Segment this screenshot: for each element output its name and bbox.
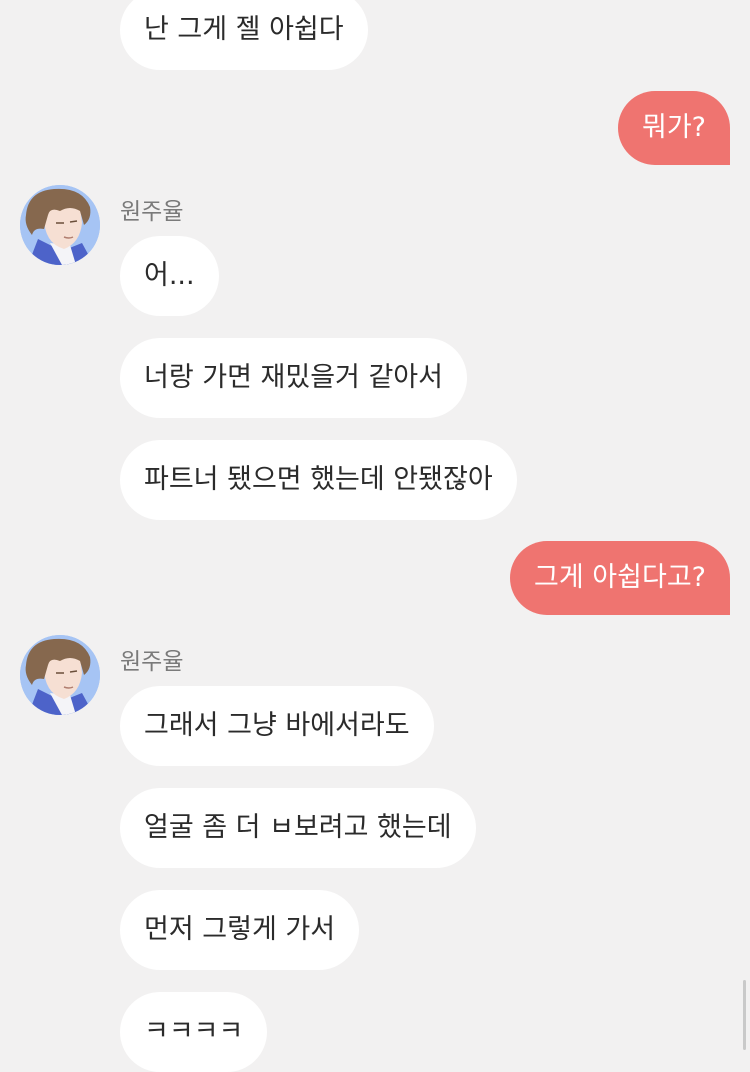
received-message-bubble: 얼굴 좀 더 ㅂ보려고 했는데	[120, 788, 476, 868]
message-text: ㅋㅋㅋㅋ	[144, 1016, 244, 1047]
sender-name: 원주율	[120, 649, 184, 675]
received-message-bubble: 너랑 가면 재밌을거 같아서	[120, 338, 467, 418]
message-text: 그래서 그냥 바에서라도	[144, 710, 410, 741]
profile-avatar-icon	[20, 635, 100, 715]
message-text: 파트너 됐으면 했는데 안됐잖아	[144, 464, 493, 495]
sender-name: 원주율	[120, 199, 184, 225]
received-message-bubble: 어...	[120, 236, 219, 316]
scrollbar[interactable]	[743, 980, 746, 1050]
sender-avatar[interactable]	[20, 185, 100, 265]
sent-message-bubble: 뭐가?	[617, 91, 730, 165]
message-text: 그게 아쉽다고?	[534, 562, 706, 593]
message-text: 난 그게 젤 아쉽다	[144, 14, 344, 45]
message-text: 먼저 그렇게 가서	[144, 914, 336, 945]
sender-avatar[interactable]	[20, 635, 100, 715]
message-text: 어...	[144, 260, 195, 291]
sent-message-bubble: 그게 아쉽다고?	[510, 541, 730, 615]
received-message-bubble: 난 그게 젤 아쉽다	[120, 0, 368, 70]
received-message-bubble: 파트너 됐으면 했는데 안됐잖아	[120, 440, 517, 520]
message-text: 뭐가?	[641, 112, 706, 143]
received-message-bubble: ㅋㅋㅋㅋ	[120, 992, 268, 1072]
chat-message-list[interactable]: 난 그게 젤 아쉽다 뭐가? 원주율 어... 너랑 가면 재밌을거 같아서 파…	[0, 0, 750, 1072]
message-text: 너랑 가면 재밌을거 같아서	[144, 362, 443, 393]
message-text: 얼굴 좀 더 ㅂ보려고 했는데	[144, 812, 452, 843]
received-message-bubble: 먼저 그렇게 가서	[120, 890, 360, 970]
received-message-bubble: 그래서 그냥 바에서라도	[120, 686, 434, 766]
profile-avatar-icon	[20, 185, 100, 265]
